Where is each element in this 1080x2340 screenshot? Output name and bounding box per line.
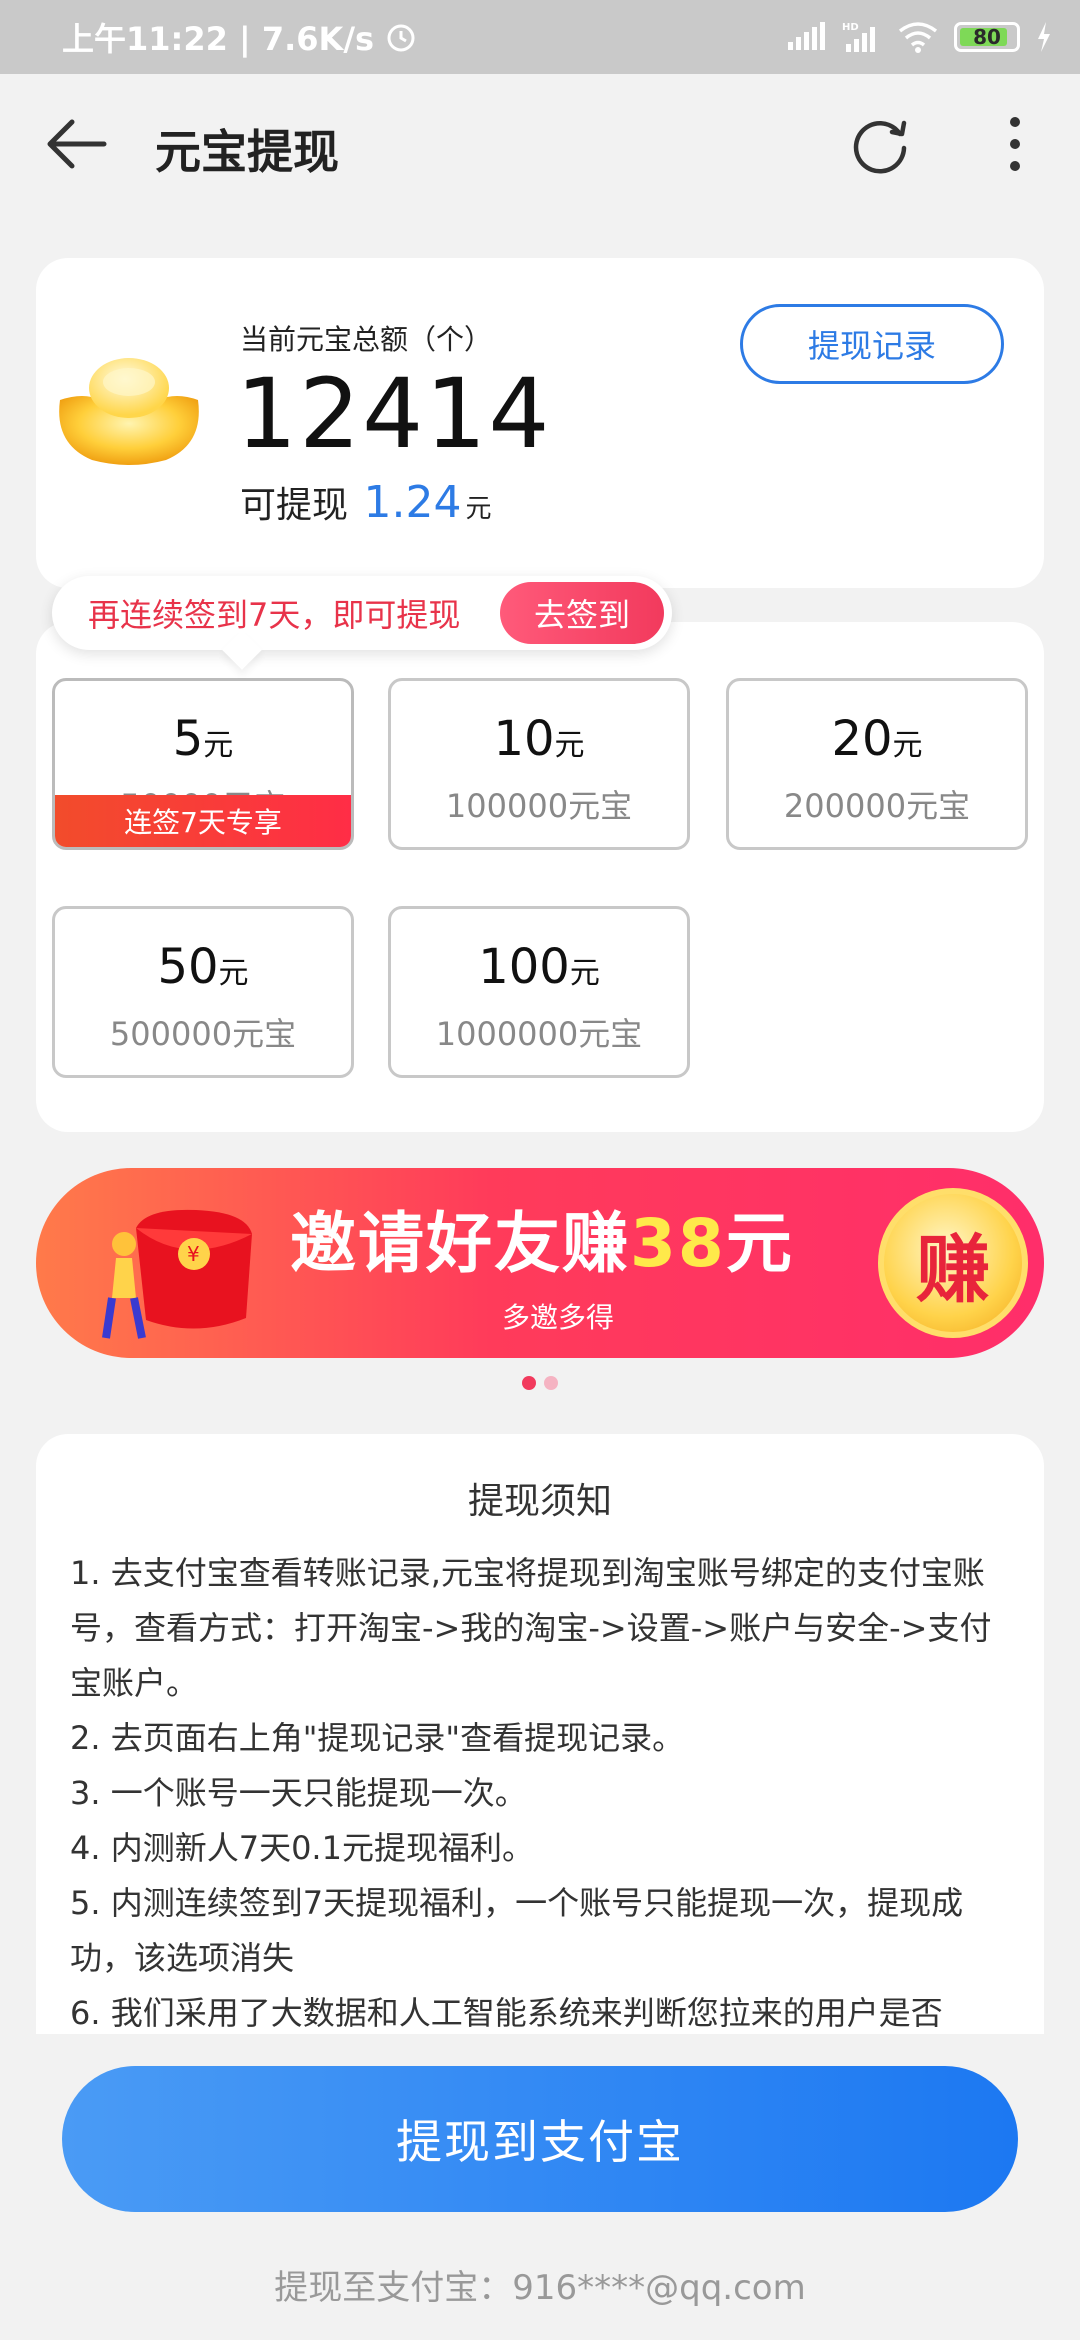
option-coins: 100000元宝 (445, 787, 633, 825)
hd-signal-icon: HD (842, 22, 875, 52)
carousel-indicator (522, 1376, 558, 1390)
alarm-icon (387, 24, 415, 52)
option-amount: 50元 (157, 939, 249, 995)
option-amount: 100元 (478, 939, 600, 995)
option-amount: 10元 (493, 711, 585, 767)
more-vertical-icon[interactable] (1000, 110, 1030, 178)
withdrawable-amount: 1.24 (363, 477, 462, 528)
charging-icon (1038, 22, 1050, 52)
option-tag: 连签7天专享 (55, 795, 351, 847)
withdraw-record-button[interactable]: 提现记录 (740, 304, 1004, 384)
signal-icon (788, 22, 825, 50)
gold-ingot-icon (59, 358, 199, 465)
sign-in-tooltip: 再连续签到7天，即可提现 去签到 (52, 576, 672, 670)
carousel-dot (544, 1376, 558, 1390)
option-coins: 500000元宝 (109, 1015, 297, 1053)
notice-item: 2. 去页面右上角"提现记录"查看提现记录。 (70, 1719, 685, 1757)
banner-title: 邀请好友赚38元 (290, 1205, 794, 1282)
notice-item: 4. 内测新人7天0.1元提现福利。 (70, 1829, 534, 1867)
balance-label: 当前元宝总额（个） (240, 323, 493, 356)
alipay-account-text: 提现至支付宝：916****@qq.com (274, 2268, 806, 2308)
option-20[interactable]: 20元 200000元宝 (726, 678, 1028, 850)
option-coins: 200000元宝 (783, 787, 971, 825)
notice-item: 3. 一个账号一天只能提现一次。 (70, 1774, 527, 1812)
bottom-area: 提现到支付宝 提现至支付宝：916****@qq.com (0, 2034, 1080, 2340)
option-10[interactable]: 10元 100000元宝 (388, 678, 690, 850)
option-coins: 1000000元宝 (435, 1015, 643, 1053)
balance-card: 当前元宝总额（个） 12414 可提现 1.24 元 提现记录 (36, 258, 1044, 588)
refresh-icon[interactable] (848, 112, 912, 176)
option-amount: 5元 (172, 711, 234, 767)
back-arrow-icon[interactable] (44, 110, 112, 178)
notice-body: 1. 去支付宝查看转账记录,元宝将提现到淘宝账号绑定的支付宝账号，查看方式：打开… (70, 1546, 1014, 2034)
sign-in-button[interactable]: 去签到 (500, 582, 664, 644)
withdrawable-unit: 元 (465, 494, 492, 524)
withdrawable-line: 可提现 1.24 元 (240, 476, 491, 528)
battery-level: 80 (973, 25, 1001, 49)
withdraw-options-card: 5元 50000元宝 连签7天专享 10元 100000元宝 20元 20000… (36, 622, 1044, 1132)
option-amount: 20元 (831, 711, 923, 767)
notice-title: 提现须知 (467, 1481, 612, 1522)
svg-text:HD: HD (842, 22, 859, 33)
withdraw-to-alipay-button[interactable]: 提现到支付宝 (62, 2066, 1018, 2212)
red-envelope-icon: ¥ (102, 1209, 252, 1339)
page-title: 元宝提现 (155, 125, 339, 179)
balance-value: 12414 (236, 358, 552, 470)
app-header: 元宝提现 (0, 74, 1080, 214)
option-100[interactable]: 100元 1000000元宝 (388, 906, 690, 1078)
option-50[interactable]: 50元 500000元宝 (52, 906, 354, 1078)
svg-text:¥: ¥ (187, 1242, 200, 1266)
status-time-speed: 上午11:22 | 7.6K/s (62, 20, 375, 58)
invite-banner[interactable]: ¥ 邀请好友赚38元 多邀多得 赚 (36, 1168, 1044, 1358)
notice-item: 1. 去支付宝查看转账记录,元宝将提现到淘宝账号绑定的支付宝账号，查看方式：打开… (70, 1554, 992, 1702)
carousel-dot-active (522, 1376, 536, 1390)
status-bar: 上午11:22 | 7.6K/s HD 80 (0, 0, 1080, 74)
banner-subtitle: 多邀多得 (502, 1301, 615, 1334)
battery-indicator: 80 (954, 22, 1020, 52)
withdraw-notice-card: 提现须知 1. 去支付宝查看转账记录,元宝将提现到淘宝账号绑定的支付宝账号，查看… (36, 1434, 1044, 2034)
tooltip-text: 再连续签到7天，即可提现 (88, 596, 461, 634)
notice-item: 6. 我们采用了大数据和人工智能系统来判断您拉来的用户是否 (70, 1994, 943, 2032)
earn-badge-icon: 赚 (878, 1188, 1028, 1338)
option-5[interactable]: 5元 50000元宝 连签7天专享 (52, 678, 354, 850)
notice-item: 5. 内测连续签到7天提现福利，一个账号只能提现一次，提现成功，该选项消失 (70, 1884, 964, 1977)
withdrawable-label: 可提现 (240, 485, 349, 526)
wifi-icon (898, 22, 938, 53)
